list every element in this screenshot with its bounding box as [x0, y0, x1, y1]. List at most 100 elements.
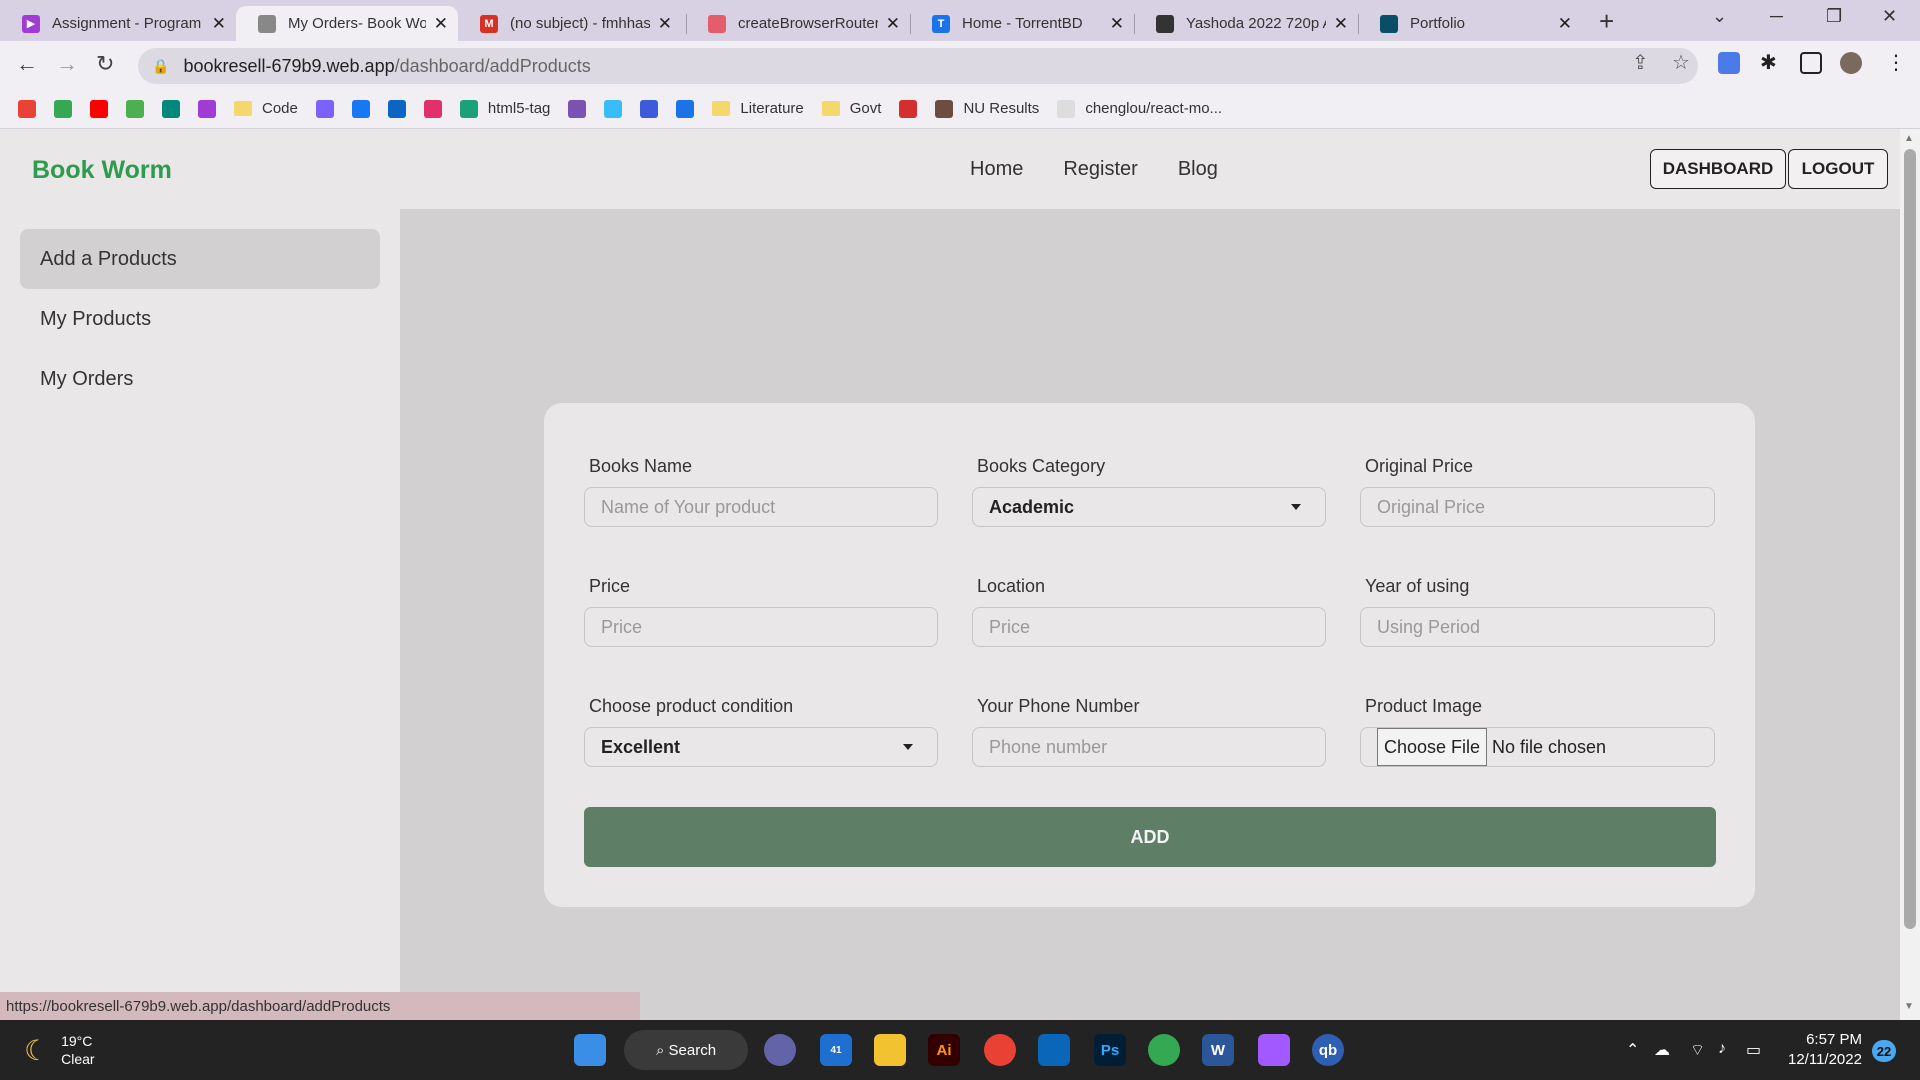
star-icon[interactable]: ☆ — [1672, 50, 1690, 75]
close-icon[interactable]: ✕ — [886, 14, 900, 34]
avatar[interactable] — [1840, 52, 1862, 74]
books-category-select[interactable]: Academic — [972, 487, 1326, 527]
sidebar-item-my-products[interactable]: My Products — [20, 289, 380, 349]
close-icon[interactable]: ✕ — [1110, 14, 1124, 34]
bookmark-item[interactable] — [568, 99, 587, 118]
bookmark-item[interactable] — [90, 99, 108, 118]
scroll-down-icon[interactable]: ▼ — [1904, 1001, 1914, 1012]
sidebar-item-add-products[interactable]: Add a Products — [20, 229, 380, 289]
tray-chevron-icon[interactable]: ⌃ — [1626, 1040, 1639, 1060]
address-bar[interactable]: 🔒 bookresell-679b9.web.app/dashboard/add… — [138, 48, 1698, 84]
bookmark-item[interactable] — [18, 99, 36, 118]
translate-icon[interactable] — [1718, 52, 1740, 74]
word-icon[interactable]: W — [1202, 1034, 1234, 1066]
tab-yashoda[interactable]: Yashoda 2022 720p A ✕ — [1134, 6, 1358, 41]
bookmark-item[interactable]: chenglou/react-mo... — [1057, 99, 1222, 118]
add-product-form: Books Name Name of Your product Books Ca… — [544, 403, 1755, 907]
lock-icon[interactable]: 🔒 — [152, 58, 169, 75]
window-close-icon[interactable]: ✕ — [1882, 6, 1897, 27]
extensions-icon[interactable]: ✱ — [1760, 50, 1777, 75]
mail-icon[interactable]: 41 — [820, 1034, 852, 1066]
figma-icon[interactable] — [1258, 1034, 1290, 1066]
condition-select[interactable]: Excellent — [584, 727, 938, 767]
bookmark-item[interactable]: Govt — [821, 100, 881, 117]
bookmark-favicon-icon — [126, 99, 144, 118]
close-icon[interactable]: ✕ — [434, 14, 448, 34]
notification-badge[interactable]: 22 — [1872, 1040, 1896, 1062]
new-tab-icon[interactable]: + — [1599, 6, 1614, 37]
weather-widget[interactable]: ☾ 19°C Clear — [24, 1032, 95, 1068]
bookmark-item[interactable] — [162, 99, 180, 118]
forward-icon[interactable]: → — [56, 51, 78, 77]
system-clock[interactable]: 6:57 PM 12/11/2022 — [1788, 1030, 1862, 1070]
bookmark-item[interactable] — [387, 99, 406, 118]
bookmark-item[interactable] — [604, 99, 623, 118]
windows-start-icon[interactable] — [574, 1034, 606, 1066]
weather-condition: Clear — [61, 1051, 95, 1067]
tab-my-orders[interactable]: My Orders- Book Wor ✕ — [236, 6, 458, 41]
tab-search-icon[interactable]: ⌄ — [1712, 6, 1727, 27]
tab-assignment[interactable]: ▶ Assignment - Program ✕ — [0, 6, 236, 41]
reload-icon[interactable]: ↻ — [96, 51, 114, 77]
wifi-icon[interactable]: ⌔ — [1690, 1040, 1705, 1060]
close-icon[interactable]: ✕ — [1558, 14, 1572, 34]
nav-register-link[interactable]: Register — [1063, 158, 1137, 181]
bookmark-item[interactable] — [640, 99, 659, 118]
page-scrollbar[interactable]: ▲ ▼ — [1900, 129, 1920, 1020]
choose-file-button[interactable]: Choose File — [1377, 728, 1487, 766]
restore-icon[interactable]: ❐ — [1826, 6, 1842, 27]
photoshop-icon[interactable]: Ps — [1094, 1034, 1126, 1066]
share-icon[interactable]: ⇪ — [1632, 50, 1649, 75]
bookmark-item[interactable] — [198, 99, 216, 118]
price-input[interactable]: Price — [584, 607, 938, 647]
bookmark-item[interactable] — [423, 99, 442, 118]
year-of-using-input[interactable]: Using Period — [1360, 607, 1715, 647]
chrome-alt-icon[interactable] — [1148, 1034, 1180, 1066]
chrome-icon[interactable] — [984, 1034, 1016, 1066]
minimize-icon[interactable]: ─ — [1770, 6, 1783, 27]
location-input[interactable]: Price — [972, 607, 1326, 647]
add-button[interactable]: ADD — [584, 807, 1716, 867]
sidebar-item-my-orders[interactable]: My Orders — [20, 349, 380, 409]
brand-logo[interactable]: Book Worm — [32, 156, 172, 185]
illustrator-icon[interactable]: Ai — [928, 1034, 960, 1066]
taskbar-search[interactable]: ⌕ Search — [624, 1030, 748, 1070]
vscode-icon[interactable] — [1038, 1034, 1070, 1066]
bookmark-item[interactable] — [351, 99, 370, 118]
nav-blog-link[interactable]: Blog — [1178, 158, 1218, 181]
side-panel-icon[interactable] — [1800, 52, 1822, 74]
bookmark-item[interactable]: Code — [234, 100, 298, 117]
close-icon[interactable]: ✕ — [658, 14, 672, 34]
books-name-input[interactable]: Name of Your product — [584, 487, 938, 527]
close-icon[interactable]: ✕ — [1334, 14, 1348, 34]
back-icon[interactable]: ← — [16, 51, 38, 77]
bookmark-item[interactable] — [315, 99, 334, 118]
bookmark-item[interactable]: Literature — [712, 100, 804, 117]
scroll-up-icon[interactable]: ▲ — [1904, 133, 1914, 144]
close-icon[interactable]: ✕ — [212, 14, 226, 34]
product-image-input[interactable]: Choose File No file chosen — [1360, 727, 1715, 767]
logout-button[interactable]: LOGOUT — [1788, 149, 1888, 189]
phone-input[interactable]: Phone number — [972, 727, 1326, 767]
dashboard-button[interactable]: DASHBOARD — [1650, 149, 1786, 189]
bookmark-item[interactable] — [676, 99, 695, 118]
bookmark-item[interactable] — [54, 99, 72, 118]
bookmark-item[interactable]: html5-tag — [459, 99, 550, 118]
tab-torrentbd[interactable]: T Home - TorrentBD ✕ — [910, 6, 1134, 41]
volume-icon[interactable]: ♪ — [1718, 1040, 1726, 1058]
bookmark-item[interactable] — [899, 99, 918, 118]
scroll-thumb[interactable] — [1904, 149, 1916, 929]
tab-gmail[interactable]: M (no subject) - fmhhas ✕ — [458, 6, 682, 41]
bookmark-item[interactable] — [126, 99, 144, 118]
original-price-input[interactable]: Original Price — [1360, 487, 1715, 527]
qbittorrent-icon[interactable]: qb — [1312, 1034, 1344, 1066]
menu-icon[interactable]: ⋮ — [1886, 50, 1906, 75]
chat-icon[interactable] — [764, 1034, 796, 1066]
battery-icon[interactable]: ▭ — [1746, 1040, 1761, 1060]
onedrive-icon[interactable]: ☁ — [1654, 1040, 1670, 1060]
tab-portfolio[interactable]: Portfolio ✕ — [1358, 6, 1582, 41]
bookmark-item[interactable]: NU Results — [935, 99, 1039, 118]
tab-router-docs[interactable]: createBrowserRouter ✕ — [686, 6, 910, 41]
nav-home-link[interactable]: Home — [970, 158, 1023, 181]
file-explorer-icon[interactable] — [874, 1034, 906, 1066]
